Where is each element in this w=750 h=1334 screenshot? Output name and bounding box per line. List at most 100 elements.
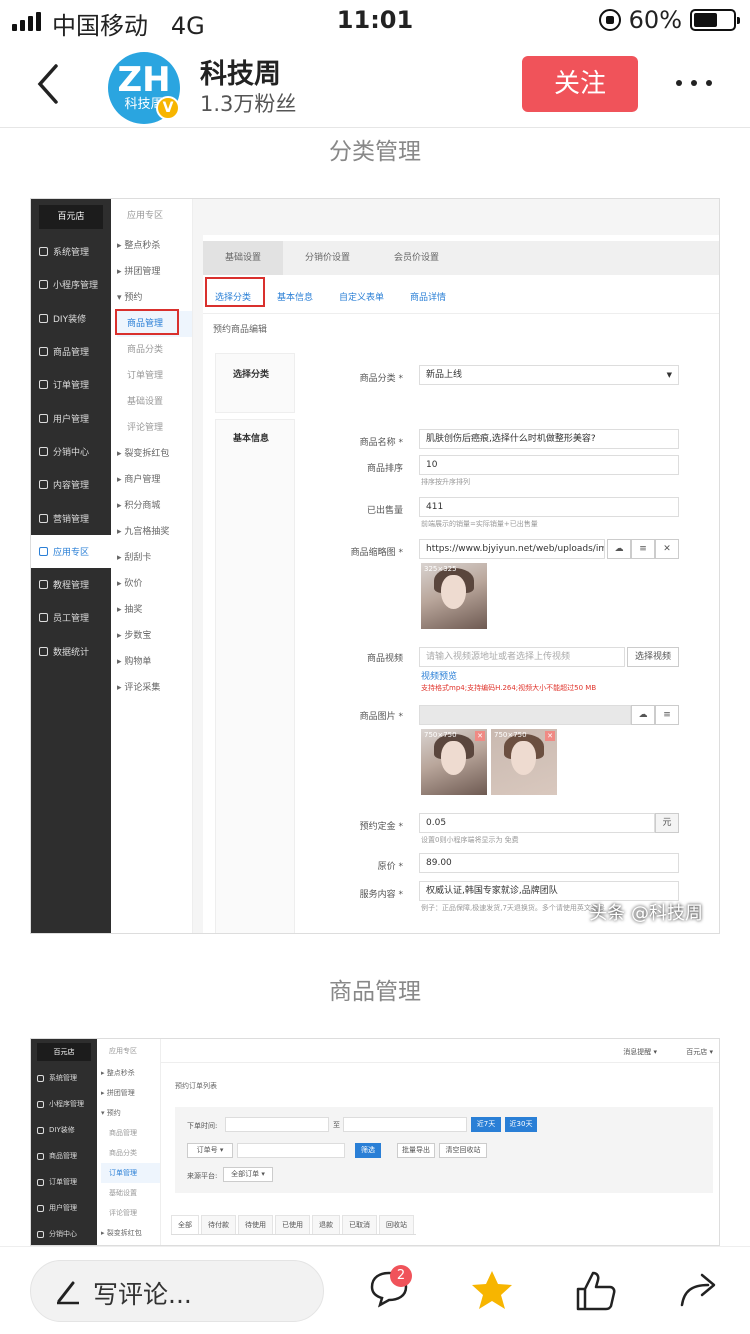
article-image[interactable]: 百元店 系统管理 小程序管理 DIY装修 商品管理 订单管理 用户管理 分销中心 应用专区 … — [30, 1038, 720, 1246]
tab-1[interactable]: 分销价设置 — [283, 241, 372, 275]
sort-input[interactable]: 10 — [419, 455, 679, 475]
sidebar-nav-item[interactable]: DIY装修 — [31, 302, 111, 335]
submenu-item[interactable]: ▾ 预约 — [117, 285, 192, 311]
sidebar-nav-item[interactable]: 订单管理 — [31, 368, 111, 401]
thumb-url-input[interactable]: https://www.bjyiyun.net/web/uploads/imag — [419, 539, 605, 559]
sidebar-nav-item[interactable]: 系统管理 — [31, 235, 111, 268]
images-input[interactable] — [419, 705, 631, 725]
submenu-item[interactable]: 商品分类 — [117, 337, 192, 363]
order-search-input[interactable] — [237, 1143, 345, 1158]
sold-input[interactable]: 411 — [419, 497, 679, 517]
tab-0[interactable]: 基础设置 — [203, 241, 284, 275]
notifications-menu[interactable]: 消息提醒 ▾ — [623, 1047, 657, 1057]
filter-button[interactable]: 筛选 — [355, 1143, 381, 1158]
submenu-item[interactable]: 基础设置 — [101, 1183, 160, 1203]
more-options-icon[interactable] — [676, 80, 712, 86]
clear-recycle-button[interactable]: 清空回收站 — [439, 1143, 487, 1158]
submenu-item[interactable]: ▸ 拼团管理 — [101, 1083, 160, 1103]
remove-image-icon[interactable]: ✕ — [475, 731, 485, 741]
gallery-icon[interactable]: ≡ — [655, 705, 679, 725]
status-tab[interactable]: 待付款 — [201, 1215, 236, 1234]
status-tab[interactable]: 已使用 — [275, 1215, 310, 1234]
submenu-item[interactable]: ▸ 整点秒杀 — [101, 1063, 160, 1083]
submenu-item[interactable]: ▸ 裂变拆红包 — [101, 1223, 160, 1243]
sidebar-nav-item[interactable]: 员工管理 — [31, 601, 111, 634]
sidebar-nav-item[interactable]: 用户管理 — [31, 1195, 97, 1221]
article-image[interactable]: 百元店 系统管理 小程序管理 DIY装修 商品管理 订单管理 用户管理 分销中心 内容管理 营销… — [30, 198, 720, 934]
store-menu[interactable]: 百元店 ▾ — [686, 1047, 713, 1057]
subtab-item[interactable]: 自定义表单 — [335, 283, 388, 313]
back-arrow-icon[interactable] — [30, 60, 70, 108]
subtab-item[interactable]: 商品详情 — [406, 283, 450, 313]
submenu-item[interactable]: ▸ 评论采集 — [117, 675, 192, 701]
submenu-item[interactable]: ▸ 裂变拆红包 — [117, 441, 192, 467]
submenu-item[interactable]: ▸ 拼团管理 — [117, 259, 192, 285]
upload-cloud-icon[interactable]: ☁ — [607, 539, 631, 559]
submenu-item[interactable]: 订单管理 — [101, 1163, 160, 1183]
upload-cloud-icon[interactable]: ☁ — [631, 705, 655, 725]
submenu-item[interactable]: 基础设置 — [117, 389, 192, 415]
submenu-item[interactable]: ▸ 整点秒杀 — [117, 233, 192, 259]
video-input[interactable]: 请输入视频源地址或者选择上传视频 — [419, 647, 625, 667]
submenu-item[interactable]: 订单管理 — [117, 363, 192, 389]
end-date-input[interactable] — [343, 1117, 467, 1132]
status-tab[interactable]: 已取消 — [342, 1215, 377, 1234]
submenu-item[interactable]: ▸ 九宫格抽奖 — [117, 519, 192, 545]
sidebar-nav-item[interactable]: 小程序管理 — [31, 268, 111, 301]
submenu-item[interactable]: ▸ 步数宝 — [117, 623, 192, 649]
service-input[interactable]: 权威认证,韩国专家就诊,品牌团队 — [419, 881, 679, 901]
sidebar-nav-item[interactable]: 教程管理 — [31, 568, 111, 601]
submenu-item[interactable]: ▸ 刮刮卡 — [117, 545, 192, 571]
sidebar-nav-item[interactable]: 数据统计 — [31, 635, 111, 668]
follow-button[interactable]: 关注 — [522, 56, 638, 112]
remove-image-icon[interactable]: ✕ — [545, 731, 555, 741]
sidebar-nav-item[interactable]: 小程序管理 — [31, 1091, 97, 1117]
status-tab[interactable]: 退款 — [312, 1215, 340, 1234]
sidebar-nav-item[interactable]: 订单管理 — [31, 1169, 97, 1195]
product-name-input[interactable]: 肌肤创伤后癌痕,选择什么时机做整形美容? — [419, 429, 679, 449]
category-select[interactable]: 新品上线 ▼ — [419, 365, 679, 385]
sidebar-nav-item[interactable]: DIY装修 — [31, 1117, 97, 1143]
submenu-item[interactable]: ▸ 商户管理 — [117, 467, 192, 493]
like-thumb-icon[interactable] — [574, 1269, 618, 1313]
last-7-days-button[interactable]: 近7天 — [471, 1117, 501, 1132]
export-button[interactable]: 批量导出 — [397, 1143, 435, 1158]
submenu-item[interactable]: 评论管理 — [101, 1203, 160, 1223]
submenu-item[interactable]: ▾ 预约 — [101, 1103, 160, 1123]
sidebar-nav-item[interactable]: 分销中心 — [31, 435, 111, 468]
sidebar-nav-item[interactable]: 系统管理 — [31, 1065, 97, 1091]
sidebar-nav-item[interactable]: 应用专区 — [31, 534, 111, 568]
video-preview-link[interactable]: 视频预览 — [421, 669, 457, 682]
status-tab[interactable]: 回收站 — [379, 1215, 414, 1234]
sidebar-nav-item[interactable]: 营销管理 — [31, 501, 111, 534]
source-select[interactable]: 全部订单 ▾ — [223, 1167, 273, 1182]
sidebar-nav-item[interactable]: 用户管理 — [31, 401, 111, 434]
account-name[interactable]: 科技周 — [200, 52, 281, 91]
submenu-item[interactable]: ▸ 砍价 — [117, 571, 192, 597]
submenu-item[interactable]: 商品分类 — [101, 1143, 160, 1163]
deposit-input[interactable]: 0.05 — [419, 813, 655, 833]
submenu-item[interactable]: ▸ 积分商城 — [117, 493, 192, 519]
sidebar-nav-item[interactable]: 商品管理 — [31, 1143, 97, 1169]
choose-video-button[interactable]: 选择视频 — [627, 647, 679, 667]
status-tab[interactable]: 全部 — [171, 1215, 199, 1234]
clear-icon[interactable]: ✕ — [655, 539, 679, 559]
start-date-input[interactable] — [225, 1117, 329, 1132]
tab-2[interactable]: 会员价设置 — [372, 241, 461, 275]
last-30-days-button[interactable]: 近30天 — [505, 1117, 537, 1132]
sidebar-nav-item[interactable]: 分销中心 — [31, 1221, 97, 1245]
favorite-star-icon[interactable] — [470, 1269, 514, 1311]
sidebar-nav-item[interactable]: 内容管理 — [31, 468, 111, 501]
submenu-item[interactable]: ▸ 抽奖 — [117, 597, 192, 623]
share-arrow-icon[interactable] — [678, 1269, 720, 1309]
product-image[interactable]: 750×750 ✕ — [421, 729, 487, 795]
submenu-item[interactable]: ▸ 购物单 — [117, 649, 192, 675]
comment-input[interactable]: 写评论... — [30, 1260, 324, 1322]
status-tab[interactable]: 待使用 — [238, 1215, 273, 1234]
order-no-select[interactable]: 订单号 ▾ — [187, 1143, 233, 1158]
product-image[interactable]: 750×750 ✕ — [491, 729, 557, 795]
gallery-icon[interactable]: ≡ — [631, 539, 655, 559]
submenu-item[interactable]: 商品管理 — [101, 1123, 160, 1143]
subtab-item[interactable]: 基本信息 — [273, 283, 317, 313]
price-input[interactable]: 89.00 — [419, 853, 679, 873]
